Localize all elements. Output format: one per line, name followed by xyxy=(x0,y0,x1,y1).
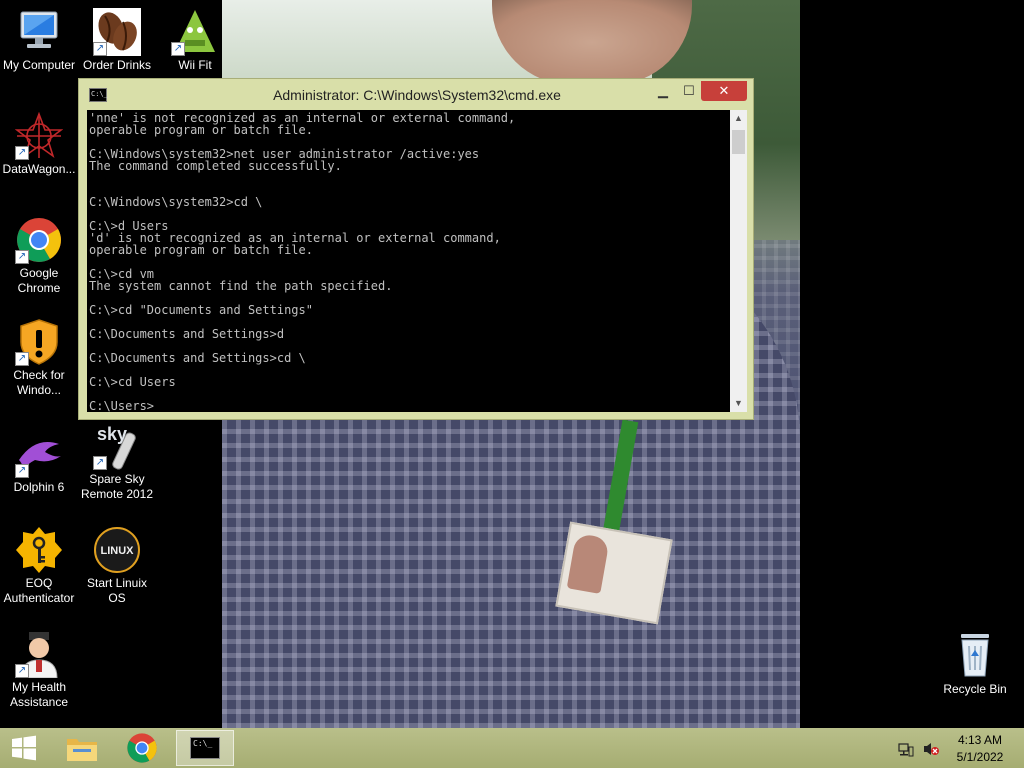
desktop-icon-label: DataWagon... xyxy=(2,162,76,176)
shortcut-arrow-icon: ↗ xyxy=(15,352,29,366)
recycle-bin-icon xyxy=(951,630,999,678)
desktop: My Computer ↗ Order Drinks ↗ Wii Fit ↗ D… xyxy=(0,0,1024,728)
shortcut-arrow-icon: ↗ xyxy=(15,146,29,160)
shield-warning-icon: ↗ xyxy=(15,318,63,366)
wii-fit-icon: ↗ xyxy=(171,8,219,56)
desktop-icon-label: Dolphin 6 xyxy=(13,480,65,494)
sky-remote-icon: sky ↗ xyxy=(93,422,141,470)
shortcut-arrow-icon: ↗ xyxy=(171,42,185,56)
desktop-icon-label: My Health Assistance xyxy=(9,680,69,709)
chrome-icon: ↗ xyxy=(15,216,63,264)
shortcut-arrow-icon: ↗ xyxy=(15,464,29,478)
cmd-window[interactable]: C:\_ Administrator: C:\Windows\System32\… xyxy=(78,78,754,420)
console-line: C:\Documents and Settings>d xyxy=(89,327,285,341)
dolphin-icon: ↗ xyxy=(15,430,63,478)
wallpaper-badge-photo xyxy=(566,532,610,594)
wallpaper-id-badge xyxy=(555,521,673,625)
desktop-icon-my-health-assistance[interactable]: ↗ My Health Assistance xyxy=(0,630,78,710)
desktop-icon-label: My Computer xyxy=(2,58,76,72)
desktop-icon-recycle-bin[interactable]: Recycle Bin xyxy=(936,630,1014,697)
desktop-icon-spare-sky-remote[interactable]: sky ↗ Spare Sky Remote 2012 xyxy=(78,422,156,502)
console-line: The system cannot find the path specifie… xyxy=(89,279,393,293)
scroll-up-arrow-icon[interactable]: ▲ xyxy=(730,110,747,127)
desktop-icon-check-for-windows[interactable]: ↗ Check for Windo... xyxy=(0,318,78,398)
doctor-icon: ↗ xyxy=(15,630,63,679)
console-output[interactable]: 'nne' is not recognized as an internal o… xyxy=(87,110,730,412)
desktop-icon-label: Wii Fit Revisited xyxy=(178,58,212,72)
chrome-icon xyxy=(127,733,157,763)
shortcut-arrow-icon: ↗ xyxy=(15,250,29,264)
shortcut-arrow-icon: ↗ xyxy=(15,664,29,678)
network-icon[interactable] xyxy=(898,741,914,757)
close-button[interactable]: ✕ xyxy=(701,81,747,101)
desktop-icon-label: Spare Sky Remote 2012 xyxy=(80,472,154,501)
desktop-icon-datawagon[interactable]: ↗ DataWagon... xyxy=(0,111,78,177)
linux-logo-text: LINUX xyxy=(101,545,135,557)
taskbar-file-explorer[interactable] xyxy=(58,730,106,766)
desktop-icon-dolphin[interactable]: ↗ Dolphin 6 xyxy=(0,430,78,495)
console-line: operable program or batch file. xyxy=(89,243,313,257)
taskbar-chrome[interactable] xyxy=(118,730,166,766)
linux-icon: LINUX xyxy=(93,526,141,574)
desktop-icon-label: Google Chrome xyxy=(17,266,61,295)
desktop-icon-wii-fit[interactable]: ↗ Wii Fit Revisited xyxy=(156,8,234,73)
scroll-thumb[interactable] xyxy=(732,130,745,154)
console-text: 'nne' is not recognized as an internal o… xyxy=(87,110,730,412)
desktop-icon-label: Check for Windo... xyxy=(13,368,65,397)
console-line: C:\>cd "Documents and Settings" xyxy=(89,303,313,317)
desktop-icon-eoq-authenticator[interactable]: EOQ Authenticator xyxy=(0,526,78,606)
maximize-button[interactable]: ☐ xyxy=(675,81,703,101)
datawagon-icon: ↗ xyxy=(14,111,64,160)
console-line: The command completed successfully. xyxy=(89,159,342,173)
desktop-icon-google-chrome[interactable]: ↗ Google Chrome xyxy=(0,216,78,296)
windows-logo-icon xyxy=(12,735,36,761)
computer-icon xyxy=(15,8,63,56)
shortcut-arrow-icon: ↗ xyxy=(93,456,107,470)
console-line: C:\Documents and Settings>cd \ xyxy=(89,351,306,365)
clock-date: 5/1/2022 xyxy=(956,750,1004,764)
desktop-icon-label: EOQ Authenticator xyxy=(3,576,75,605)
coffee-beans-icon: ↗ xyxy=(93,8,141,56)
console-line: operable program or batch file. xyxy=(89,123,313,137)
console-line: C:\Users> xyxy=(89,399,155,412)
shortcut-arrow-icon: ↗ xyxy=(93,42,107,56)
taskbar-cmd[interactable]: C:\_ xyxy=(176,730,234,766)
desktop-icon-label: Order Drinks xyxy=(82,58,151,72)
vertical-scrollbar[interactable]: ▲ ▼ xyxy=(730,110,747,412)
taskbar: C:\_ 4:13 AM 5/1/2022 xyxy=(0,728,1024,768)
console-line: C:\>cd Users xyxy=(89,375,176,389)
minimize-button[interactable]: ▁ xyxy=(649,81,677,101)
scroll-down-arrow-icon[interactable]: ▼ xyxy=(730,395,747,412)
key-badge-icon xyxy=(15,526,63,574)
start-button[interactable] xyxy=(0,730,48,766)
desktop-icon-label: Recycle Bin xyxy=(943,682,1007,696)
desktop-icon-start-linuix-os[interactable]: LINUX Start Linuix OS xyxy=(78,526,156,606)
desktop-icon-label: Start Linuix OS xyxy=(86,576,148,605)
cmd-icon: C:\_ xyxy=(190,737,220,759)
volume-muted-icon[interactable] xyxy=(922,741,940,757)
clock-time: 4:13 AM xyxy=(957,733,1003,747)
folder-icon xyxy=(67,739,97,761)
system-clock[interactable]: 4:13 AM 5/1/2022 xyxy=(950,732,1010,766)
sky-logo-text: sky xyxy=(97,424,127,444)
window-titlebar[interactable]: C:\_ Administrator: C:\Windows\System32\… xyxy=(79,79,753,109)
console-line: C:\Windows\system32>cd \ xyxy=(89,195,263,209)
desktop-icon-my-computer[interactable]: My Computer xyxy=(0,8,78,73)
desktop-icon-order-drinks[interactable]: ↗ Order Drinks xyxy=(78,8,156,73)
